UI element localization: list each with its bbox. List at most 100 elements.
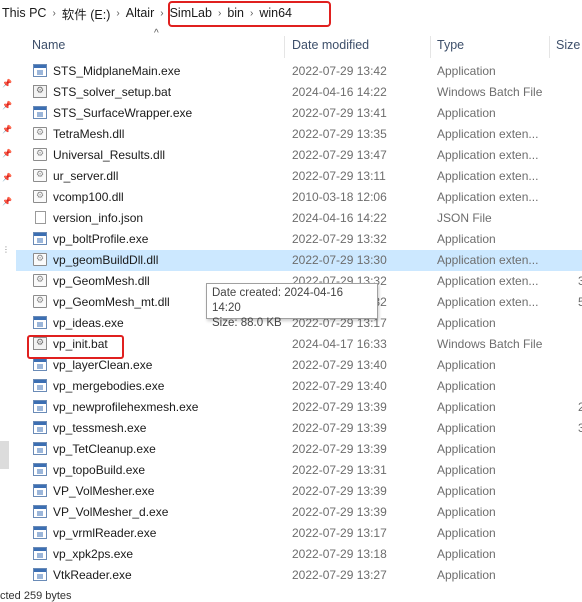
pin-icon[interactable]: 📌 [2, 150, 12, 158]
file-type: Windows Batch File [437, 337, 543, 351]
file-row[interactable]: STS_MidplaneMain.exe 2022-07-29 13:42 Appl… [16, 61, 582, 82]
file-row[interactable]: vcomp100.dll 2010-03-18 12:06 Application … [16, 187, 582, 208]
file-row[interactable]: vp_geomBuildDll.dll 2022-07-29 13:30 Appli… [16, 250, 582, 271]
file-type: Application [437, 400, 496, 414]
chevron-right-icon[interactable]: › [114, 8, 121, 19]
file-date-modified: 2022-07-29 13:39 [292, 421, 387, 435]
column-name[interactable]: Name [32, 38, 65, 52]
file-date-modified: 2024-04-17 16:33 [292, 337, 387, 351]
file-date-modified: 2022-07-29 13:47 [292, 148, 387, 162]
file-name: STS_MidplaneMain.exe [53, 64, 181, 78]
file-name: vp_geomBuildDll.dll [53, 253, 159, 267]
application-icon [33, 421, 47, 434]
column-size[interactable]: Size [556, 38, 580, 52]
file-row[interactable]: vp_topoBuild.exe 2022-07-29 13:31 Applicat… [16, 460, 582, 481]
file-type: Application exten... [437, 127, 539, 141]
file-date-modified: 2022-07-29 13:39 [292, 484, 387, 498]
file-row[interactable]: Universal_Results.dll 2022-07-29 13:47 App… [16, 145, 582, 166]
file-type: Application [437, 421, 496, 435]
file-type: Application exten... [437, 148, 539, 162]
file-date-modified: 2022-07-29 13:32 [292, 232, 387, 246]
application-icon [33, 484, 47, 497]
dll-file-icon [33, 148, 47, 161]
file-row[interactable]: VP_VolMesher_d.exe 2022-07-29 13:39 Applic… [16, 502, 582, 523]
nav-selected-item[interactable] [0, 441, 9, 469]
breadcrumb-altair[interactable]: Altair [122, 6, 158, 20]
file-row[interactable]: vp_mergebodies.exe 2022-07-29 13:40 Applic… [16, 376, 582, 397]
breadcrumb-this-pc[interactable]: This PC [0, 6, 50, 20]
file-type: Application [437, 547, 496, 561]
file-type: Application [437, 64, 496, 78]
file-row[interactable]: VtkReader.exe 2022-07-29 13:27 Application [16, 565, 582, 586]
dll-file-icon [33, 295, 47, 308]
file-type: Application exten... [437, 190, 539, 204]
file-row[interactable]: vp_TetCleanup.exe 2022-07-29 13:39 Applica… [16, 439, 582, 460]
file-name: VP_VolMesher_d.exe [53, 505, 169, 519]
file-name: vp_xpk2ps.exe [53, 547, 134, 561]
column-divider[interactable] [284, 36, 285, 58]
file-row[interactable]: vp_vrmlReader.exe 2022-07-29 13:17 Applica… [16, 523, 582, 544]
sort-ascending-icon: ^ [154, 28, 159, 39]
dll-file-icon [33, 253, 47, 266]
file-type: Application exten... [437, 295, 539, 309]
file-date-modified: 2022-07-29 13:39 [292, 442, 387, 456]
file-size: 2 [578, 400, 582, 414]
network-icon[interactable]: ⋮ [2, 246, 10, 254]
file-row[interactable]: vp_newprofilehexmesh.exe 2022-07-29 13:39… [16, 397, 582, 418]
file-type: Application [437, 106, 496, 120]
file-name: ur_server.dll [53, 169, 119, 183]
file-name: vp_mergebodies.exe [53, 379, 165, 393]
path-highlight-annotation [168, 1, 331, 27]
tooltip-date-created: Date created: 2024-04-16 14:20 [212, 287, 344, 314]
application-icon [33, 379, 47, 392]
file-date-modified: 2022-07-29 13:18 [292, 547, 387, 561]
file-row[interactable]: STS_solver_setup.bat 2024-04-16 14:22 Wind… [16, 82, 582, 103]
file-row[interactable]: vp_boltProfile.exe 2022-07-29 13:32 Applic… [16, 229, 582, 250]
file-name: vp_tessmesh.exe [53, 421, 147, 435]
file-row[interactable]: vp_tessmesh.exe 2022-07-29 13:39 Applicati… [16, 418, 582, 439]
pin-icon[interactable]: 📌 [2, 80, 12, 88]
file-type: Application [437, 358, 496, 372]
file-name: vp_vrmlReader.exe [53, 526, 157, 540]
pin-icon[interactable]: 📌 [2, 174, 12, 182]
column-divider[interactable] [549, 36, 550, 58]
column-type[interactable]: Type [437, 38, 464, 52]
file-name: vp_topoBuild.exe [53, 463, 146, 477]
application-icon [33, 568, 47, 581]
file-type: Windows Batch File [437, 85, 543, 99]
file-name: VP_VolMesher.exe [53, 484, 155, 498]
status-bar-text: cted 259 bytes [0, 590, 72, 602]
file-type: Application [437, 232, 496, 246]
file-highlight-annotation [27, 335, 124, 359]
application-icon [33, 526, 47, 539]
file-row[interactable]: vp_xpk2ps.exe 2022-07-29 13:18 Application [16, 544, 582, 565]
file-type: Application [437, 442, 496, 456]
application-icon [33, 547, 47, 560]
file-type: Application [437, 526, 496, 540]
pin-icon[interactable]: 📌 [2, 198, 12, 206]
column-date-modified[interactable]: Date modified [292, 38, 369, 52]
file-name: vp_layerClean.exe [53, 358, 153, 372]
file-name: vp_boltProfile.exe [53, 232, 149, 246]
chevron-right-icon[interactable]: › [158, 8, 165, 19]
file-type: Application [437, 379, 496, 393]
file-type: Application [437, 484, 496, 498]
file-name: vp_GeomMesh.dll [53, 274, 150, 288]
chevron-right-icon[interactable]: › [50, 8, 57, 19]
file-name: STS_SurfaceWrapper.exe [53, 106, 193, 120]
column-divider[interactable] [430, 36, 431, 58]
file-row[interactable]: TetraMesh.dll 2022-07-29 13:35 Application… [16, 124, 582, 145]
pin-icon[interactable]: 📌 [2, 102, 12, 110]
pin-icon[interactable]: 📌 [2, 126, 12, 134]
file-size: 5 [578, 295, 582, 309]
file-row[interactable]: ur_server.dll 2022-07-29 13:11 Application… [16, 166, 582, 187]
file-row[interactable]: STS_SurfaceWrapper.exe 2022-07-29 13:41 Ap… [16, 103, 582, 124]
file-row[interactable]: version_info.json 2024-04-16 14:22 JSON Fi… [16, 208, 582, 229]
breadcrumb-drive-e[interactable]: 软件 (E:) [58, 4, 115, 23]
file-date-modified: 2022-07-29 13:40 [292, 358, 387, 372]
file-date-modified: 2022-07-29 13:42 [292, 64, 387, 78]
file-size: 3 [578, 274, 582, 288]
file-row[interactable]: VP_VolMesher.exe 2022-07-29 13:39 Applicat… [16, 481, 582, 502]
file-type: Application exten... [437, 169, 539, 183]
file-date-modified: 2010-03-18 12:06 [292, 190, 387, 204]
